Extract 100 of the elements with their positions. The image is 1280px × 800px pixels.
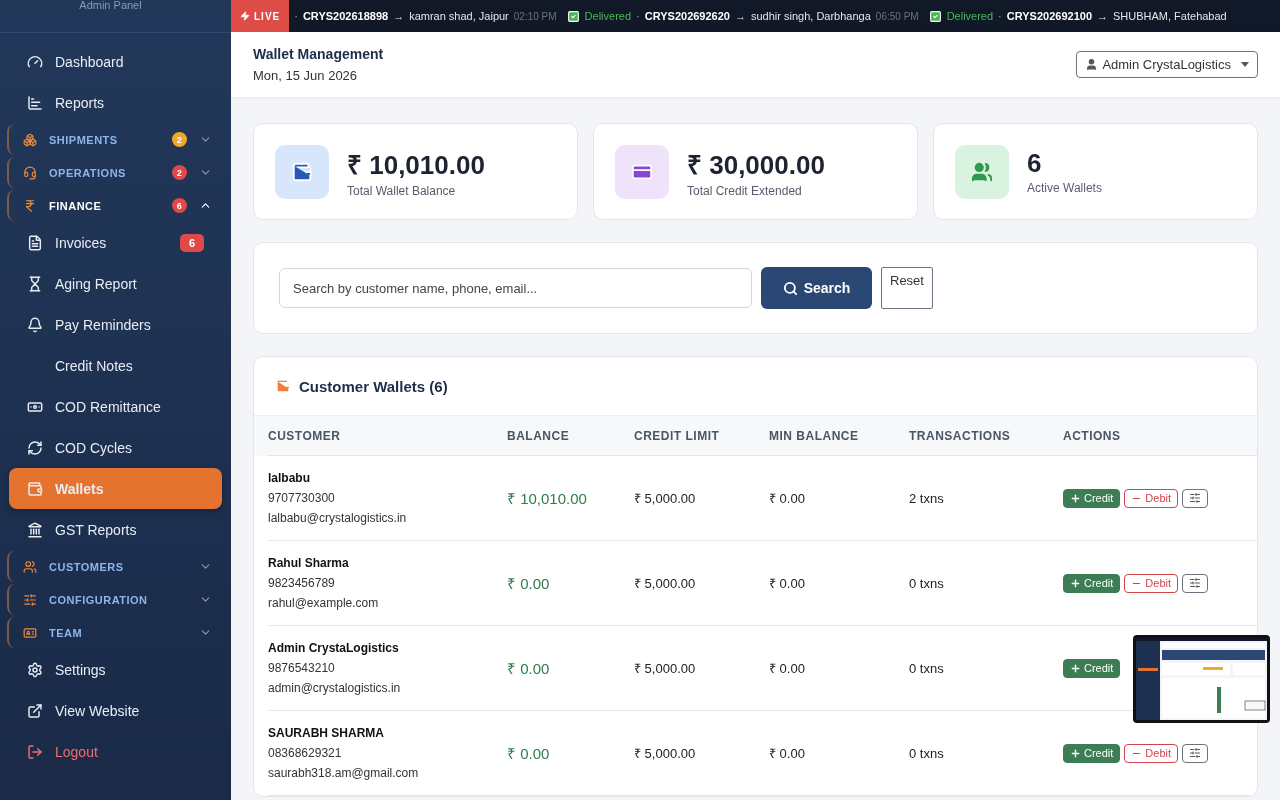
table-cell-text: ₹ 0.00 [769, 575, 805, 592]
table-cell: 0 txns [909, 575, 944, 591]
table-cell: 2 txns [909, 490, 944, 506]
nav-link[interactable]: Pay Reminders [9, 304, 222, 345]
search-button[interactable]: Search [761, 267, 872, 309]
shipment-id: CRYS202692620 [644, 10, 730, 22]
nav-link[interactable]: Settings [9, 649, 222, 690]
caret-icon [1241, 62, 1249, 67]
nav-icon [27, 743, 43, 760]
count-badge: 2 [172, 165, 187, 180]
search-field[interactable]: Search by customer name, phone, email... [279, 268, 752, 308]
adjust-button[interactable] [1182, 743, 1209, 763]
stat-label: Total Credit Extended [687, 183, 803, 198]
reset-button[interactable]: Reset [881, 267, 933, 309]
nav-section[interactable]: OPERATIONS 2 [7, 157, 222, 188]
count-badge: 6 [179, 233, 204, 252]
nav-link[interactable]: View Website [9, 690, 222, 731]
customer-email: admin@crystalogistics.in [268, 681, 402, 695]
destination: kamran shad, Jaipur [409, 10, 509, 22]
bolt-icon [240, 11, 250, 21]
customer-name: Rahul Sharma [268, 556, 350, 570]
arrow-text: → [393, 10, 405, 22]
nav-icon [27, 316, 43, 333]
debit-button[interactable]: Debit [1124, 488, 1179, 508]
plus-icon [1070, 662, 1081, 674]
stat-value: 6 [1027, 148, 1043, 179]
user-menu-button[interactable]: Admin CrystaLogistics [1076, 51, 1258, 78]
stat-label: Total Wallet Balance [347, 183, 457, 198]
count-badge: 2 [172, 132, 187, 147]
credit-button[interactable]: Credit [1063, 573, 1121, 593]
table-cell-text: ₹ 0.00 [769, 745, 805, 762]
nav-icon [27, 94, 43, 111]
nav-section[interactable]: TEAM [7, 617, 222, 648]
customer-phone: 9823456789 [268, 576, 336, 590]
shipment-id: CRYS202618898 [302, 10, 389, 22]
nav-link[interactable]: Aging Report [9, 263, 222, 304]
status-text: Delivered [946, 10, 994, 22]
nav-link[interactable]: Dashboard [9, 41, 222, 82]
nav-section[interactable]: SHIPMENTS 2 [7, 124, 222, 155]
debit-button[interactable]: Debit [1124, 743, 1179, 763]
nav-section[interactable]: CONFIGURATION [7, 584, 222, 615]
destination: SHUBHAM, Fatehabad [1113, 10, 1227, 22]
credit-button[interactable]: Credit [1063, 743, 1121, 763]
balance-value: ₹ 0.00 [507, 659, 550, 678]
table-cell-text: ₹ 5,000.00 [634, 490, 696, 507]
nav-link[interactable]: Invoices 6 [9, 222, 222, 263]
customer-phone: 9707730300 [268, 491, 336, 505]
stat-icon [275, 144, 329, 199]
destination: sudhir singh, Darbhanga [750, 10, 871, 22]
nav-link[interactable]: COD Remittance [9, 386, 222, 427]
live-badge: LIVE [231, 0, 290, 32]
debit-button[interactable]: Debit [1124, 573, 1179, 593]
check-icon [928, 9, 942, 23]
arrow-text: → [734, 10, 746, 22]
section-icon [23, 132, 37, 147]
separator: · [636, 10, 640, 22]
logout-link[interactable]: Logout [9, 731, 222, 772]
nav-link[interactable]: Reports [9, 82, 222, 123]
adjust-button[interactable] [1182, 573, 1209, 593]
table-cell-text: ₹ 5,000.00 [634, 660, 696, 677]
table-cell: 0 txns [909, 660, 944, 676]
status-text: Delivered [584, 10, 632, 22]
count-badge: 6 [172, 198, 187, 213]
customer-email: rahul@example.com [268, 596, 380, 610]
balance-value: ₹ 0.00 [507, 574, 550, 593]
check-icon [566, 9, 580, 23]
section-icon [23, 559, 37, 574]
ticker-time: 06:50 PM [875, 10, 919, 22]
adjust-button[interactable] [1182, 488, 1209, 508]
stat-label: Active Wallets [1027, 181, 1102, 195]
nav-icon [27, 521, 43, 538]
customer-email: lalbabu@crystalogistics.in [268, 511, 408, 525]
page-date: Mon, 15 Jun 2026 [253, 68, 359, 83]
section-icon [23, 625, 37, 640]
nav-link[interactable]: GST Reports [9, 509, 222, 550]
credit-button[interactable]: Credit [1063, 658, 1121, 678]
credit-button[interactable]: Credit [1063, 488, 1121, 508]
sliders-icon [1189, 577, 1202, 589]
section-icon [23, 592, 37, 607]
section-icon [23, 165, 37, 180]
stat-icon [615, 144, 669, 199]
table-cell: 0 txns [909, 745, 944, 761]
sliders-icon [1189, 747, 1202, 759]
wallet-icon [275, 378, 291, 394]
nav-link[interactable]: COD Cycles [9, 427, 222, 468]
nav-link[interactable]: Credit Notes [9, 345, 222, 386]
nav-section[interactable]: FINANCE 6 [7, 190, 222, 221]
brand-caption: Admin Panel [79, 0, 142, 13]
arrow-text: → [1097, 10, 1108, 22]
balance-value: ₹ 10,010.00 [507, 489, 587, 508]
nav-section[interactable]: CUSTOMERS [7, 551, 222, 582]
nav-icon [27, 275, 43, 292]
table-cell-text: ₹ 0.00 [769, 660, 805, 677]
customer-name: Admin CrystaLogistics [268, 641, 400, 655]
stat-value: ₹ 10,010.00 [347, 148, 485, 182]
section-icon [23, 198, 37, 213]
nav-icon [27, 480, 43, 497]
customer-name: lalbabu [268, 471, 311, 485]
table-title: Customer Wallets (6) [299, 377, 448, 395]
customer-email: saurabh318.am@gmail.com [268, 766, 420, 780]
